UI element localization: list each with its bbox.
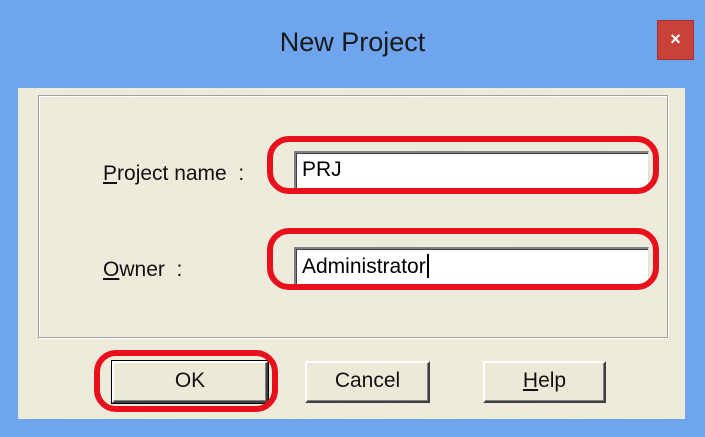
owner-label: Owner : — [103, 258, 182, 282]
owner-input[interactable]: Administrator — [294, 247, 649, 287]
project-name-input[interactable]: PRJ — [294, 151, 649, 191]
ok-button[interactable]: OK — [111, 360, 269, 404]
project-name-value: PRJ — [302, 158, 342, 181]
project-name-mnemonic: P — [103, 162, 118, 185]
dialog-body: Project name : PRJ Owner : Administrator… — [18, 88, 685, 419]
project-settings-group: Project name : PRJ Owner : Administrator — [38, 95, 668, 338]
help-button[interactable]: Help — [483, 361, 606, 403]
owner-value: Administrator — [302, 255, 426, 278]
project-name-label-text: roject name : — [117, 162, 245, 185]
help-label-text: elp — [538, 369, 567, 392]
title-bar[interactable]: New Project × — [0, 0, 705, 88]
project-name-label: Project name : — [103, 162, 244, 186]
close-icon: × — [670, 29, 681, 49]
owner-mnemonic: O — [103, 258, 120, 281]
help-mnemonic: H — [522, 369, 539, 392]
cancel-button[interactable]: Cancel — [305, 361, 430, 403]
text-caret — [426, 254, 429, 278]
owner-label-text: wner : — [119, 258, 183, 281]
close-button[interactable]: × — [657, 20, 694, 60]
dialog-title: New Project — [279, 27, 426, 57]
new-project-dialog: New Project × Project name : PRJ Owner :… — [0, 0, 705, 437]
